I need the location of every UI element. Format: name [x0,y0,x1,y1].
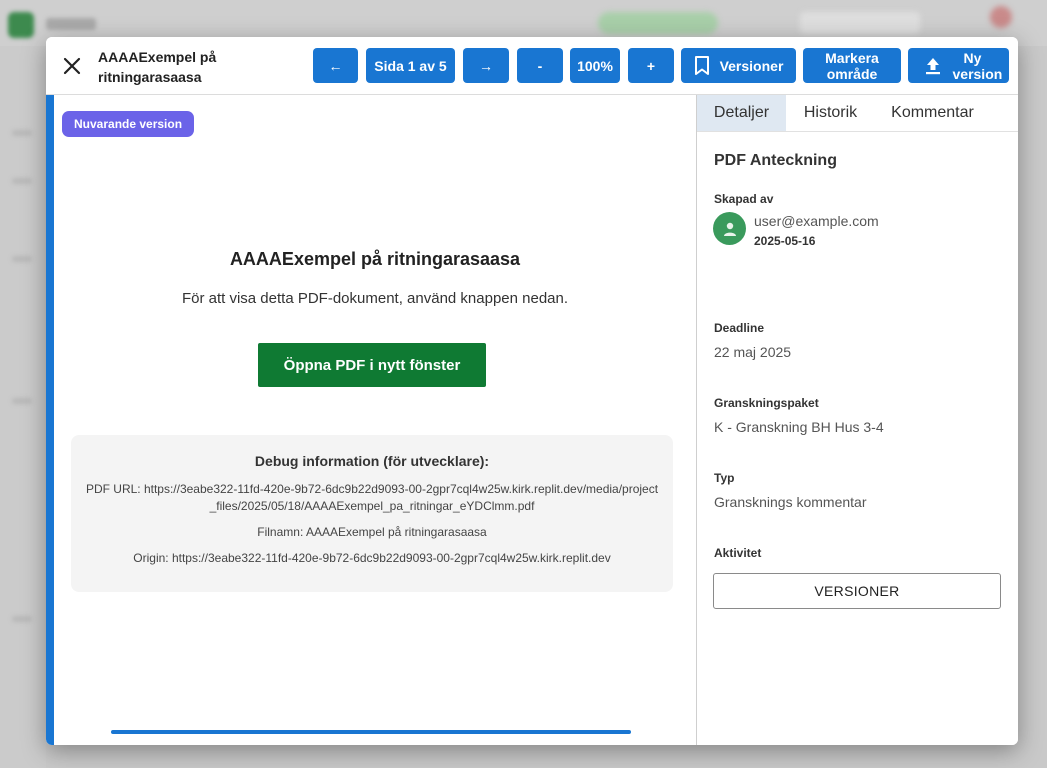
background-line [12,130,32,136]
pdf-viewer: Nuvarande version AAAAExempel på ritning… [46,95,696,745]
deadline-label: Deadline [714,321,765,335]
debug-origin: Origin: https://3eabe322-11fd-420e-9b72-… [133,551,611,565]
background-sidebar [0,46,46,768]
tab-detaljer[interactable]: Detaljer [697,95,786,131]
viewer-title: AAAAExempel på ritningarasaasa [229,249,521,269]
avatar [713,212,746,245]
background-line [12,616,32,622]
debug-url: PDF URL: https://3eabe322-11fd-420e-9b72… [85,482,659,513]
package-value: K - Granskning BH Hus 3-4 [714,419,884,435]
modal-header: AAAAExempel på ritningarasaasa ← Sida 1 … [46,37,1018,95]
created-date: 2025-05-16 [754,234,816,248]
person-icon [723,222,736,236]
package-label: Granskningspaket [714,396,819,410]
details-panel: Detaljer Historik Kommentar PDF Anteckni… [696,95,1018,745]
background-logo-text [46,18,96,30]
created-by-label: Skapad av [714,192,774,206]
mark-area-button[interactable]: Markera område [803,48,901,83]
previous-page-button[interactable]: ← [313,48,358,83]
background-logo [8,12,34,38]
user-email: user@example.com [754,213,879,229]
versions-toolbar-button[interactable]: Versioner [681,48,796,83]
debug-info-box: Debug information (för utvecklare): PDF … [71,435,673,592]
activity-label: Aktivitet [714,546,762,560]
background-line [12,256,32,262]
deadline-value: 22 maj 2025 [714,344,792,360]
close-button[interactable] [60,54,84,78]
background-notification [990,6,1012,28]
type-label: Typ [714,471,735,485]
page-indicator-button[interactable]: Sida 1 av 5 [366,48,455,83]
debug-filename: Filnamn: AAAAExempel på ritningarasaasa [257,525,487,539]
debug-title: Debug information (för utvecklare): [254,453,490,469]
viewer-subtitle: För att visa detta PDF-dokument, använd … [181,290,569,307]
open-pdf-button[interactable]: Öppna PDF i nytt fönster [258,343,486,387]
document-title: AAAAExempel på ritningarasaasa [98,49,217,85]
current-version-badge: Nuvarande version [62,111,195,137]
panel-heading: PDF Anteckning [714,152,837,169]
new-version-label: Ny version [952,49,1003,82]
zoom-out-button[interactable]: - [517,48,563,83]
zoom-in-button[interactable]: + [628,48,674,83]
background-search [800,12,920,34]
tab-historik[interactable]: Historik [786,95,875,131]
bookmark-icon [694,55,709,75]
tab-kommentar[interactable]: Kommentar [875,95,990,131]
background-pill [598,12,718,34]
type-value: Gransknings kommentar [714,494,867,510]
close-icon [63,57,81,75]
pdf-modal: AAAAExempel på ritningarasaasa ← Sida 1 … [46,37,1018,745]
background-line [12,398,32,404]
details-tabs: Detaljer Historik Kommentar [697,95,1018,132]
next-page-button[interactable]: → [463,48,509,83]
new-version-button[interactable]: Ny version [908,48,1009,83]
upload-icon [925,57,940,74]
versions-toolbar-label: Versioner [719,57,784,74]
scroll-indicator[interactable] [111,730,631,734]
zoom-level-button[interactable]: 100% [570,48,620,83]
background-line [12,178,32,184]
versions-button[interactable]: VERSIONER [713,573,1001,609]
